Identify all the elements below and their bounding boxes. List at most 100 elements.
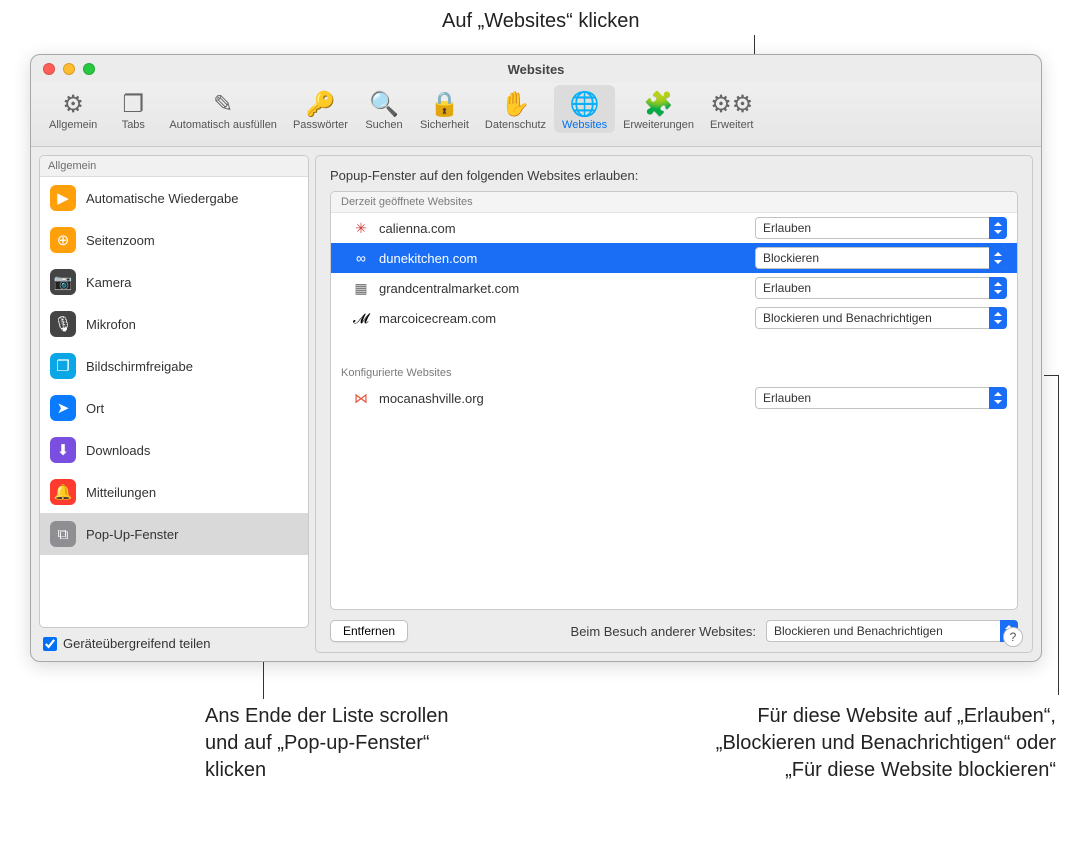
tabs-icon: ❐ [123, 89, 145, 119]
site-name: marcoicecream.com [379, 311, 745, 326]
sidebar-item-automatische-wiedergabe[interactable]: ▶ Automatische Wiedergabe [40, 177, 308, 219]
tab-label: Suchen [365, 119, 402, 131]
permission-select[interactable] [755, 247, 1007, 269]
main-panel: Popup-Fenster auf den folgenden Websites… [315, 155, 1033, 653]
site-row[interactable]: ▦ grandcentralmarket.com [331, 273, 1017, 303]
share-across-devices-checkbox[interactable]: Geräteübergreifend teilen [39, 628, 309, 653]
tab-sicherheit[interactable]: 🔒Sicherheit [412, 85, 477, 133]
pop-up-fenster-icon: ⧉ [50, 521, 76, 547]
main-heading: Popup-Fenster auf den folgenden Websites… [330, 168, 1018, 183]
group-configured-header: Konfigurierte Websites [331, 363, 1017, 383]
tab-label: Sicherheit [420, 119, 469, 131]
tab-automatisch-ausfüllen[interactable]: ✎Automatisch ausfüllen [161, 85, 285, 133]
tab-label: Datenschutz [485, 119, 546, 131]
permission-select-wrap[interactable] [755, 217, 1007, 239]
callout-top-text: Auf „Websites“ klicken [442, 10, 639, 33]
downloads-icon: ⬇ [50, 437, 76, 463]
site-row[interactable]: ✳ calienna.com [331, 213, 1017, 243]
site-name: dunekitchen.com [379, 251, 745, 266]
sidebar-item-label: Automatische Wiedergabe [86, 191, 238, 206]
tab-label: Passwörter [293, 119, 348, 131]
preferences-toolbar: ⚙︎Allgemein❐Tabs✎Automatisch ausfüllen🔑P… [31, 83, 1041, 147]
automatische-wiedergabe-icon: ▶ [50, 185, 76, 211]
sidebar-item-label: Ort [86, 401, 104, 416]
favicon-icon: ✳ [353, 220, 369, 236]
callout-right-line-h [1044, 375, 1058, 376]
automatisch-ausfüllen-icon: ✎ [213, 89, 233, 119]
sicherheit-icon: 🔒 [429, 89, 459, 119]
datenschutz-icon: ✋ [501, 89, 531, 119]
site-name: calienna.com [379, 221, 745, 236]
callout-right-text: Für diese Website auf „Erlauben“, „Block… [686, 703, 1056, 784]
site-row[interactable]: 𝓜marcoicecream.com [331, 303, 1017, 333]
permission-select[interactable] [755, 387, 1007, 409]
site-name: grandcentralmarket.com [379, 281, 745, 296]
preferences-window: Websites ⚙︎Allgemein❐Tabs✎Automatisch au… [30, 54, 1042, 662]
tab-datenschutz[interactable]: ✋Datenschutz [477, 85, 554, 133]
sidebar-item-downloads[interactable]: ⬇Downloads [40, 429, 308, 471]
favicon-icon: ▦ [353, 280, 369, 296]
tab-erweiterungen[interactable]: 🧩Erweiterungen [615, 85, 702, 133]
other-sites-select-wrap[interactable] [766, 620, 1018, 642]
group-open-header: Derzeit geöffnete Websites [331, 192, 1017, 213]
site-row[interactable]: ⋈mocanashville.org [331, 383, 1017, 413]
ort-icon: ➤ [50, 395, 76, 421]
sidebar-item-seitenzoom[interactable]: ⊕ Seitenzoom [40, 219, 308, 261]
callout-right-line [1058, 375, 1059, 695]
tab-websites[interactable]: 🌐Websites [554, 85, 615, 133]
share-checkbox-label: Geräteübergreifend teilen [63, 636, 210, 651]
permission-select-wrap[interactable] [755, 277, 1007, 299]
permission-select-wrap[interactable] [755, 387, 1007, 409]
tab-label: Erweitert [710, 119, 753, 131]
tab-tabs[interactable]: ❐Tabs [105, 85, 161, 133]
site-name: mocanashville.org [379, 391, 745, 406]
tab-label: Automatisch ausfüllen [169, 119, 277, 131]
help-button[interactable]: ? [1003, 627, 1023, 647]
seitenzoom-icon: ⊕ [50, 227, 76, 253]
suchen-icon: 🔍 [369, 89, 399, 119]
tab-label: Tabs [122, 119, 145, 131]
sidebar-item-label: Seitenzoom [86, 233, 155, 248]
tab-erweitert[interactable]: ⚙︎⚙︎Erweitert [702, 85, 761, 133]
websites-icon: 🌐 [570, 89, 600, 119]
sidebar-item-mikrofon[interactable]: 🎙Mikrofon [40, 303, 308, 345]
sidebar-item-label: Pop-Up-Fenster [86, 527, 178, 542]
favicon-icon: ∞ [353, 250, 369, 266]
tab-allgemein[interactable]: ⚙︎Allgemein [41, 85, 105, 133]
content-area: Allgemein ▶Automatische Wiedergabe⊕Seite… [31, 147, 1041, 661]
titlebar: Websites [31, 55, 1041, 83]
permission-select[interactable] [755, 277, 1007, 299]
tab-passwörter[interactable]: 🔑Passwörter [285, 85, 356, 133]
passwörter-icon: 🔑 [306, 89, 336, 119]
permission-select-wrap[interactable] [755, 247, 1007, 269]
favicon-icon: 𝓜 [353, 310, 369, 326]
mikrofon-icon: 🎙 [50, 311, 76, 337]
sidebar-item-label: Kamera [86, 275, 132, 290]
tab-label: Websites [562, 119, 607, 131]
permission-select[interactable] [755, 217, 1007, 239]
permission-select-wrap[interactable] [755, 307, 1007, 329]
sidebar: Allgemein ▶Automatische Wiedergabe⊕Seite… [39, 155, 309, 653]
sites-list: Derzeit geöffnete Websites ✳ calienna.com… [330, 191, 1018, 610]
site-row[interactable]: ∞ dunekitchen.com [331, 243, 1017, 273]
sidebar-item-label: Mitteilungen [86, 485, 156, 500]
erweitert-icon: ⚙︎⚙︎ [710, 89, 753, 119]
tab-label: Erweiterungen [623, 119, 694, 131]
sidebar-item-kamera[interactable]: 📷 Kamera [40, 261, 308, 303]
permission-select[interactable] [755, 307, 1007, 329]
remove-button[interactable]: Entfernen [330, 620, 408, 642]
sidebar-item-bildschirmfreigabe[interactable]: ❐ Bildschirmfreigabe [40, 345, 308, 387]
erweiterungen-icon: 🧩 [644, 89, 674, 119]
tab-suchen[interactable]: 🔍Suchen [356, 85, 412, 133]
other-sites-select[interactable] [766, 620, 1018, 642]
bildschirmfreigabe-icon: ❐ [50, 353, 76, 379]
callout-left-line [263, 662, 264, 699]
allgemein-icon: ⚙︎ [62, 89, 84, 119]
sidebar-item-pop-up-fenster[interactable]: ⧉ Pop-Up-Fenster [40, 513, 308, 555]
callout-left-text: Ans Ende der Liste scrollen und auf „Pop… [205, 703, 465, 784]
sidebar-item-mitteilungen[interactable]: 🔔Mitteilungen [40, 471, 308, 513]
share-checkbox-input[interactable] [43, 637, 57, 651]
sidebar-item-ort[interactable]: ➤ Ort [40, 387, 308, 429]
sidebar-item-label: Bildschirmfreigabe [86, 359, 193, 374]
kamera-icon: 📷 [50, 269, 76, 295]
